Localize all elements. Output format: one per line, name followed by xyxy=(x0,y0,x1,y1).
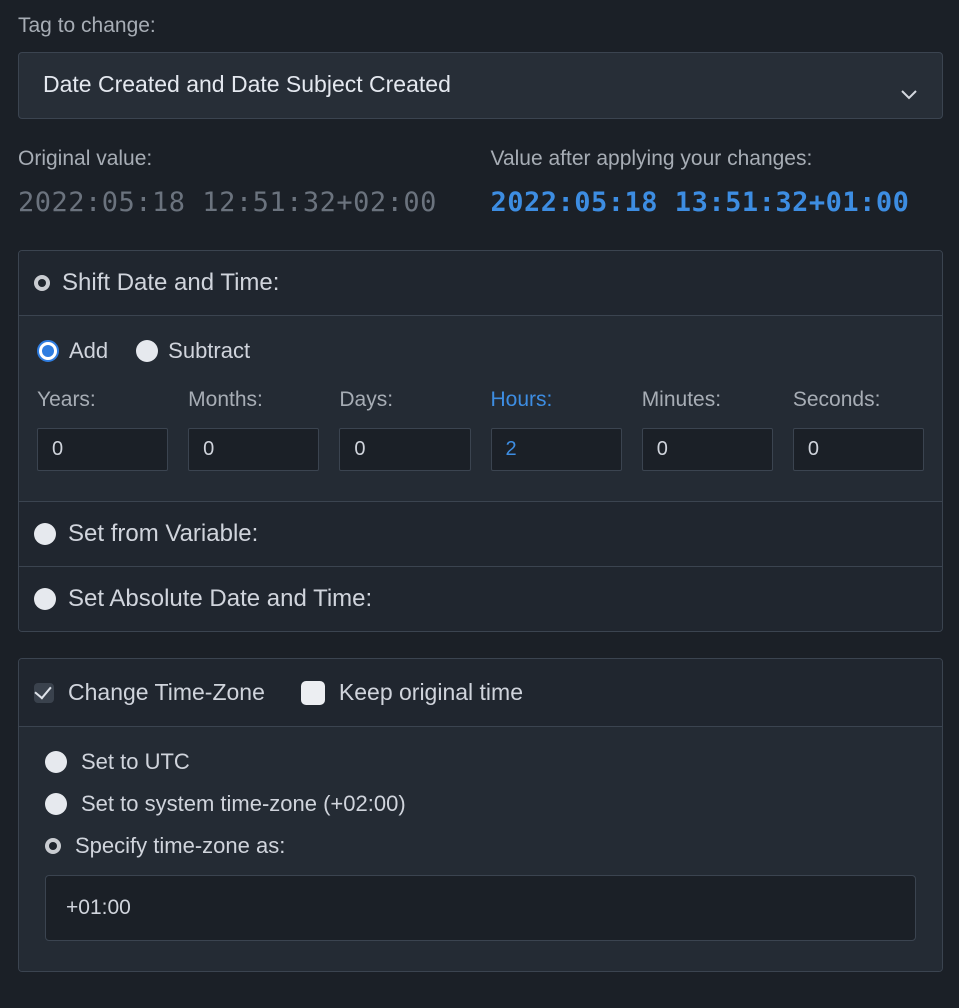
radio-checked-icon xyxy=(37,340,59,362)
tz-specify-option[interactable]: Specify time-zone as: xyxy=(45,833,916,859)
mode-set-absolute-row[interactable]: Set Absolute Date and Time: xyxy=(19,566,942,631)
radio-unchecked-icon xyxy=(136,340,158,362)
tz-specify-label: Specify time-zone as: xyxy=(75,833,285,859)
tz-utc-label: Set to UTC xyxy=(81,749,190,775)
tz-body: Set to UTC Set to system time-zone (+02:… xyxy=(19,726,942,971)
chevron-down-icon xyxy=(900,79,918,91)
radio-selected-icon xyxy=(45,838,61,854)
radio-unchecked-icon xyxy=(34,523,56,545)
original-value-label: Original value: xyxy=(18,147,471,171)
shift-add-option[interactable]: Add xyxy=(37,338,108,364)
tz-specify-input[interactable] xyxy=(45,875,916,941)
radio-selected-icon xyxy=(34,275,50,291)
months-label: Months: xyxy=(188,388,319,412)
tz-header: Change Time-Zone Keep original time xyxy=(19,659,942,726)
change-tz-checkbox[interactable]: Change Time-Zone xyxy=(34,679,265,706)
tag-select-value: Date Created and Date Subject Created xyxy=(43,71,451,98)
tag-select[interactable]: Date Created and Date Subject Created xyxy=(18,52,943,119)
minutes-label: Minutes: xyxy=(642,388,773,412)
days-input[interactable] xyxy=(339,428,470,471)
change-tz-label: Change Time-Zone xyxy=(68,679,265,706)
tz-utc-option[interactable]: Set to UTC xyxy=(45,749,916,775)
months-input[interactable] xyxy=(188,428,319,471)
radio-unchecked-icon xyxy=(45,793,67,815)
tz-system-option[interactable]: Set to system time-zone (+02:00) xyxy=(45,791,916,817)
mode-set-absolute-label: Set Absolute Date and Time: xyxy=(68,585,372,613)
seconds-label: Seconds: xyxy=(793,388,924,412)
tz-system-label: Set to system time-zone (+02:00) xyxy=(81,791,406,817)
minutes-input[interactable] xyxy=(642,428,773,471)
keep-original-checkbox[interactable]: Keep original time xyxy=(301,679,523,706)
tag-to-change-label: Tag to change: xyxy=(18,14,943,38)
original-value: 2022:05:18 12:51:32+02:00 xyxy=(18,187,471,218)
shift-subtract-option[interactable]: Subtract xyxy=(136,338,250,364)
shift-body: Add Subtract Years: Months: Days: Hours: xyxy=(19,315,942,501)
mode-shift-label: Shift Date and Time: xyxy=(62,269,279,297)
days-label: Days: xyxy=(339,388,470,412)
years-input[interactable] xyxy=(37,428,168,471)
seconds-input[interactable] xyxy=(793,428,924,471)
shift-subtract-label: Subtract xyxy=(168,338,250,364)
mode-set-variable-row[interactable]: Set from Variable: xyxy=(19,501,942,566)
checkbox-checked-icon xyxy=(34,683,54,703)
after-value: 2022:05:18 13:51:32+01:00 xyxy=(491,187,944,218)
mode-set-variable-label: Set from Variable: xyxy=(68,520,258,548)
shift-add-label: Add xyxy=(69,338,108,364)
radio-unchecked-icon xyxy=(45,751,67,773)
keep-original-label: Keep original time xyxy=(339,679,523,706)
radio-unchecked-icon xyxy=(34,588,56,610)
checkbox-unchecked-icon xyxy=(301,681,325,705)
after-value-label: Value after applying your changes: xyxy=(491,147,944,171)
hours-label: Hours: xyxy=(491,388,622,412)
hours-input[interactable] xyxy=(491,428,622,471)
years-label: Years: xyxy=(37,388,168,412)
mode-shift-row[interactable]: Shift Date and Time: xyxy=(19,251,942,315)
